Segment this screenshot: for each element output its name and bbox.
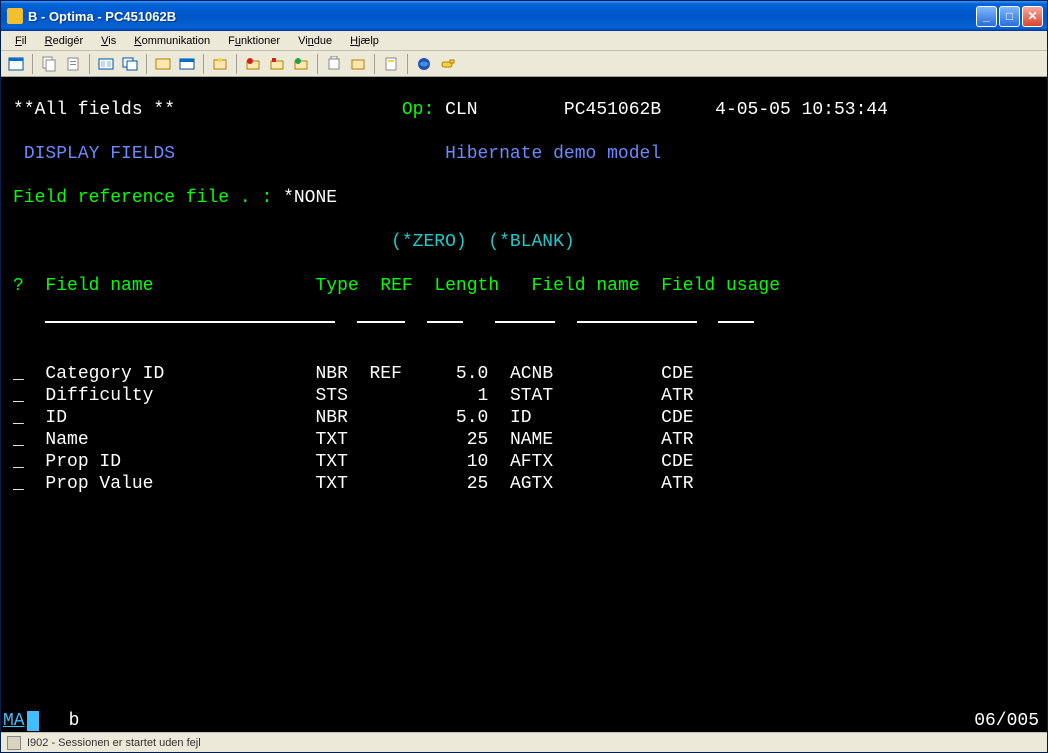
menu-fil[interactable]: Fil [7,33,35,49]
menu-vis[interactable]: Vis [93,33,124,49]
header-title: **All fields ** [13,100,175,120]
session-id: b [69,710,80,732]
toolbar-btn-2[interactable] [38,53,60,75]
close-button[interactable]: ✕ [1022,6,1043,27]
status-icon [7,736,21,750]
toolbar-btn-14[interactable] [380,53,402,75]
menu-funktioner[interactable]: Funktioner [220,33,288,49]
op-label: Op: [402,100,434,120]
app-window: B - Optima - PC451062B _ □ ✕ Fil Redigér… [0,0,1048,753]
ref-file-label: Field reference file . : [13,188,272,208]
ma-indicator: MA [1,710,27,732]
window-title: B - Optima - PC451062B [28,9,976,24]
menu-vindue[interactable]: Vindue [290,33,340,49]
op-value: CLN [445,100,477,120]
col-type: Type [315,276,358,296]
field-row[interactable]: _ Category ID NBR REF 5.0 ACNB CDE [13,363,1047,385]
toolbar-btn-6[interactable] [152,53,174,75]
col-usage: Field usage [661,276,780,296]
subtitle: DISPLAY FIELDS [24,144,175,164]
col-sel: ? [13,276,24,296]
datetime: 4-05-05 10:53:44 [715,100,888,120]
toolbar-btn-7[interactable] [176,53,198,75]
menu-rediger[interactable]: Redigér [37,33,92,49]
status-message: I902 - Sessionen er startet uden fejl [27,737,201,749]
field-rows: _ Category ID NBR REF 5.0 ACNB CDE_ Diff… [13,363,1047,495]
col-length: Length [434,276,499,296]
window-statusbar: I902 - Sessionen er startet uden fejl [1,732,1047,752]
toolbar-btn-9[interactable] [242,53,264,75]
titlebar: B - Optima - PC451062B _ □ ✕ [1,1,1047,31]
terminal[interactable]: **All fields ** Op: CLN PC451062B 4-05-0… [1,77,1047,732]
field-row[interactable]: _ Name TXT 25 NAME ATR [13,429,1047,451]
minimize-button[interactable]: _ [976,6,997,27]
toolbar-btn-11[interactable] [290,53,312,75]
terminal-statusbar: MA b 06/005 [1,710,1047,732]
col-ref: REF [380,276,412,296]
blank-label: (*BLANK) [488,232,574,252]
field-row[interactable]: _ ID NBR 5.0 ID CDE [13,407,1047,429]
field-row[interactable]: _ Prop ID TXT 10 AFTX CDE [13,451,1047,473]
toolbar-btn-13[interactable] [347,53,369,75]
toolbar-btn-1[interactable] [5,53,27,75]
window-buttons: _ □ ✕ [976,6,1043,27]
cursor-position: 06/005 [974,710,1047,732]
toolbar-btn-3[interactable] [62,53,84,75]
toolbar-btn-12[interactable] [323,53,345,75]
toolbar-btn-4[interactable] [95,53,117,75]
col-field-name: Field name [45,276,153,296]
maximize-button[interactable]: □ [999,6,1020,27]
field-row[interactable]: _ Prop Value TXT 25 AGTX ATR [13,473,1047,495]
zero-label: (*ZERO) [391,232,467,252]
menu-kommunikation[interactable]: Kommunikation [126,33,218,49]
model: Hibernate demo model [445,144,661,164]
menu-hjaelp[interactable]: Hjælp [342,33,387,49]
toolbar-btn-10[interactable] [266,53,288,75]
toolbar-btn-16[interactable] [437,53,459,75]
ref-file-value: *NONE [283,188,337,208]
toolbar-btn-5[interactable] [119,53,141,75]
menubar: Fil Redigér Vis Kommunikation Funktioner… [1,31,1047,51]
toolbar-btn-8[interactable] [209,53,231,75]
toolbar-btn-15[interactable] [413,53,435,75]
system: PC451062B [564,100,661,120]
app-icon [7,8,23,24]
cursor [27,711,39,731]
toolbar [1,51,1047,77]
field-row[interactable]: _ Difficulty STS 1 STAT ATR [13,385,1047,407]
col-field-name2: Field name [532,276,640,296]
